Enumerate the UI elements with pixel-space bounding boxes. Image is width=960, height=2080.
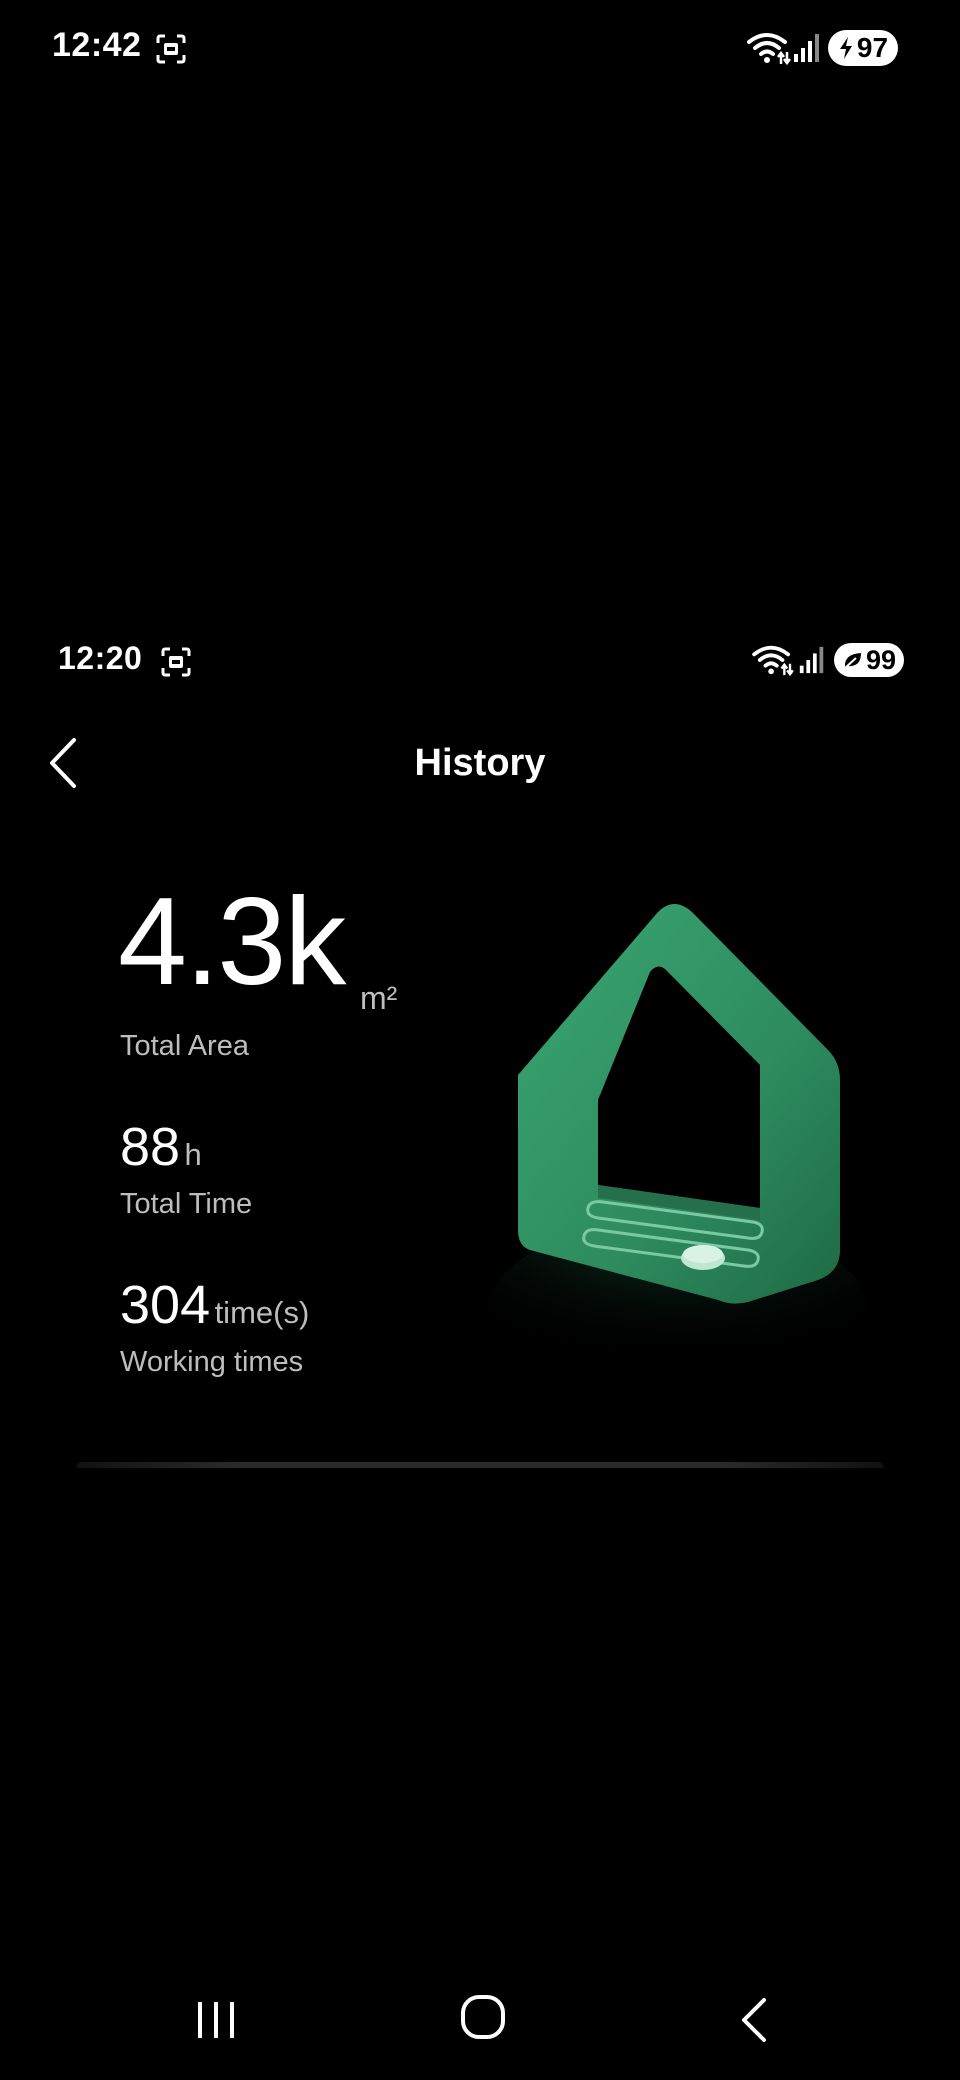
screenshot-icon bbox=[156, 34, 186, 64]
green-house-illustration bbox=[488, 904, 868, 1400]
screenshot-icon bbox=[161, 647, 191, 677]
working-times-stat: 304 time(s) bbox=[120, 1278, 309, 1332]
chevron-left-icon bbox=[50, 738, 76, 788]
battery-level-top: 97 bbox=[856, 32, 889, 63]
battery-indicator-top: 97 bbox=[828, 30, 898, 66]
page-title: History bbox=[414, 742, 546, 784]
total-area-label: Total Area bbox=[120, 1030, 249, 1062]
total-time-unit: h bbox=[184, 1137, 202, 1172]
wifi-icon bbox=[752, 645, 794, 677]
status-time-app: 12:20 bbox=[58, 640, 143, 676]
back-icon[interactable] bbox=[738, 1996, 768, 2044]
back-button[interactable] bbox=[44, 736, 84, 790]
status-time-top: 12:42 bbox=[52, 26, 142, 64]
total-time-value: 88 bbox=[120, 1117, 181, 1177]
battery-saver-leaf-icon bbox=[844, 653, 861, 669]
working-times-unit: time(s) bbox=[214, 1295, 310, 1330]
battery-level-app: 99 bbox=[865, 644, 897, 675]
signal-icon bbox=[799, 646, 824, 674]
wifi-icon bbox=[747, 33, 791, 66]
total-area-unit: m² bbox=[360, 980, 398, 1016]
signal-icon bbox=[794, 34, 819, 62]
recent-apps-icon[interactable] bbox=[194, 2000, 238, 2040]
section-divider bbox=[76, 1462, 884, 1468]
battery-indicator-app: 99 bbox=[834, 643, 904, 677]
total-time-label: Total Time bbox=[120, 1188, 253, 1220]
total-area-value: 4.3k bbox=[118, 873, 346, 1011]
home-icon[interactable] bbox=[460, 1994, 506, 2040]
total-time-stat: 88 h bbox=[120, 1120, 202, 1174]
working-times-value: 304 bbox=[120, 1275, 211, 1335]
charging-bolt-icon bbox=[839, 37, 852, 59]
working-times-label: Working times bbox=[120, 1346, 304, 1378]
